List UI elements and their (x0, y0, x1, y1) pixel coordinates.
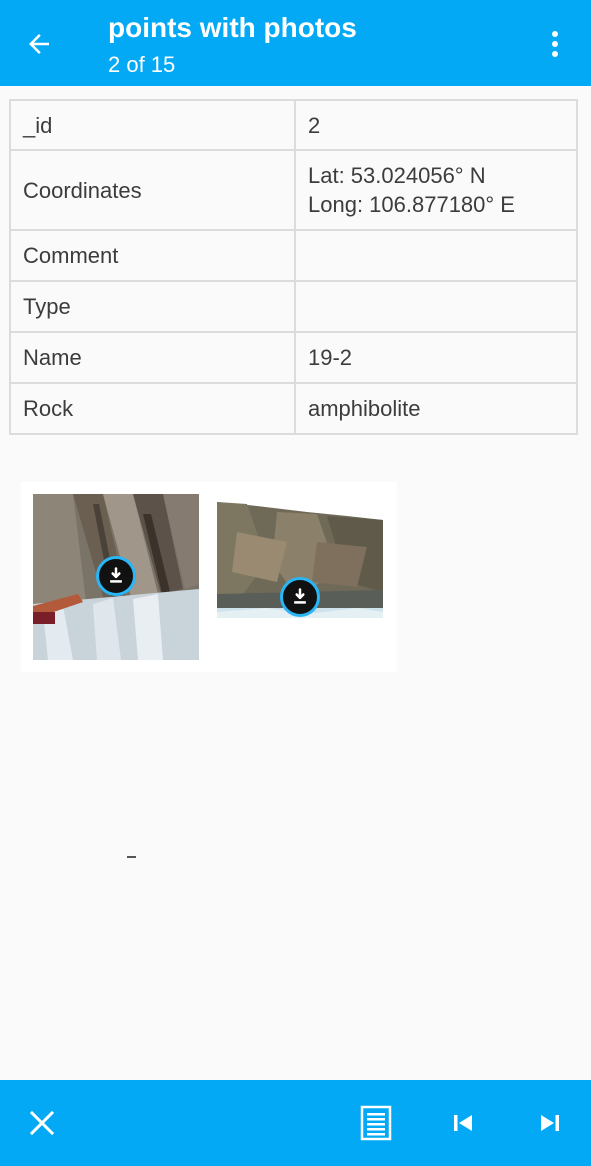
photo-strip (21, 482, 397, 672)
skip-previous-icon (454, 1115, 472, 1131)
table-row: _id 2 (9, 99, 578, 151)
last-record-button[interactable] (527, 1100, 573, 1146)
back-button[interactable] (18, 23, 60, 65)
table-row: Type (9, 280, 578, 333)
table-row: Comment (9, 229, 578, 282)
overflow-menu-button[interactable] (537, 24, 573, 64)
close-button[interactable] (19, 1100, 65, 1146)
photo-thumbnail[interactable] (33, 494, 199, 660)
divider-mark (127, 856, 136, 858)
list-icon (360, 1105, 392, 1141)
first-record-button[interactable] (440, 1100, 486, 1146)
attribute-value (294, 280, 578, 333)
more-vert-icon (552, 31, 558, 57)
arrow-back-icon (29, 34, 49, 54)
longitude-text: Long: 106.877180° E (308, 192, 515, 217)
skip-next-icon (541, 1115, 559, 1131)
bottom-toolbar (0, 1080, 591, 1166)
attribute-table: _id 2 Coordinates Lat: 53.024056° N Long… (9, 99, 578, 435)
attribute-value: 2 (294, 99, 578, 151)
attribute-key: Coordinates (9, 149, 296, 231)
photo-thumbnail[interactable] (217, 502, 383, 632)
attribute-value (294, 229, 578, 282)
list-button[interactable] (353, 1100, 399, 1146)
attribute-key: Type (9, 280, 296, 333)
attribute-key: _id (9, 99, 296, 151)
app-bar: points with photos 2 of 15 (0, 0, 591, 86)
latitude-text: Lat: 53.024056° N (308, 163, 486, 188)
download-icon (280, 577, 320, 617)
table-row: Coordinates Lat: 53.024056° N Long: 106.… (9, 149, 578, 231)
attribute-key: Comment (9, 229, 296, 282)
close-icon (29, 1110, 55, 1136)
attribute-key: Name (9, 331, 296, 384)
attribute-value: Lat: 53.024056° N Long: 106.877180° E (294, 149, 578, 231)
record-position: 2 of 15 (108, 52, 176, 77)
table-row: Name 19-2 (9, 331, 578, 384)
page-title: points with photos (108, 12, 357, 43)
table-row: Rock amphibolite (9, 382, 578, 435)
download-icon (96, 556, 136, 596)
attribute-value: 19-2 (294, 331, 578, 384)
attribute-key: Rock (9, 382, 296, 435)
attribute-value: amphibolite (294, 382, 578, 435)
